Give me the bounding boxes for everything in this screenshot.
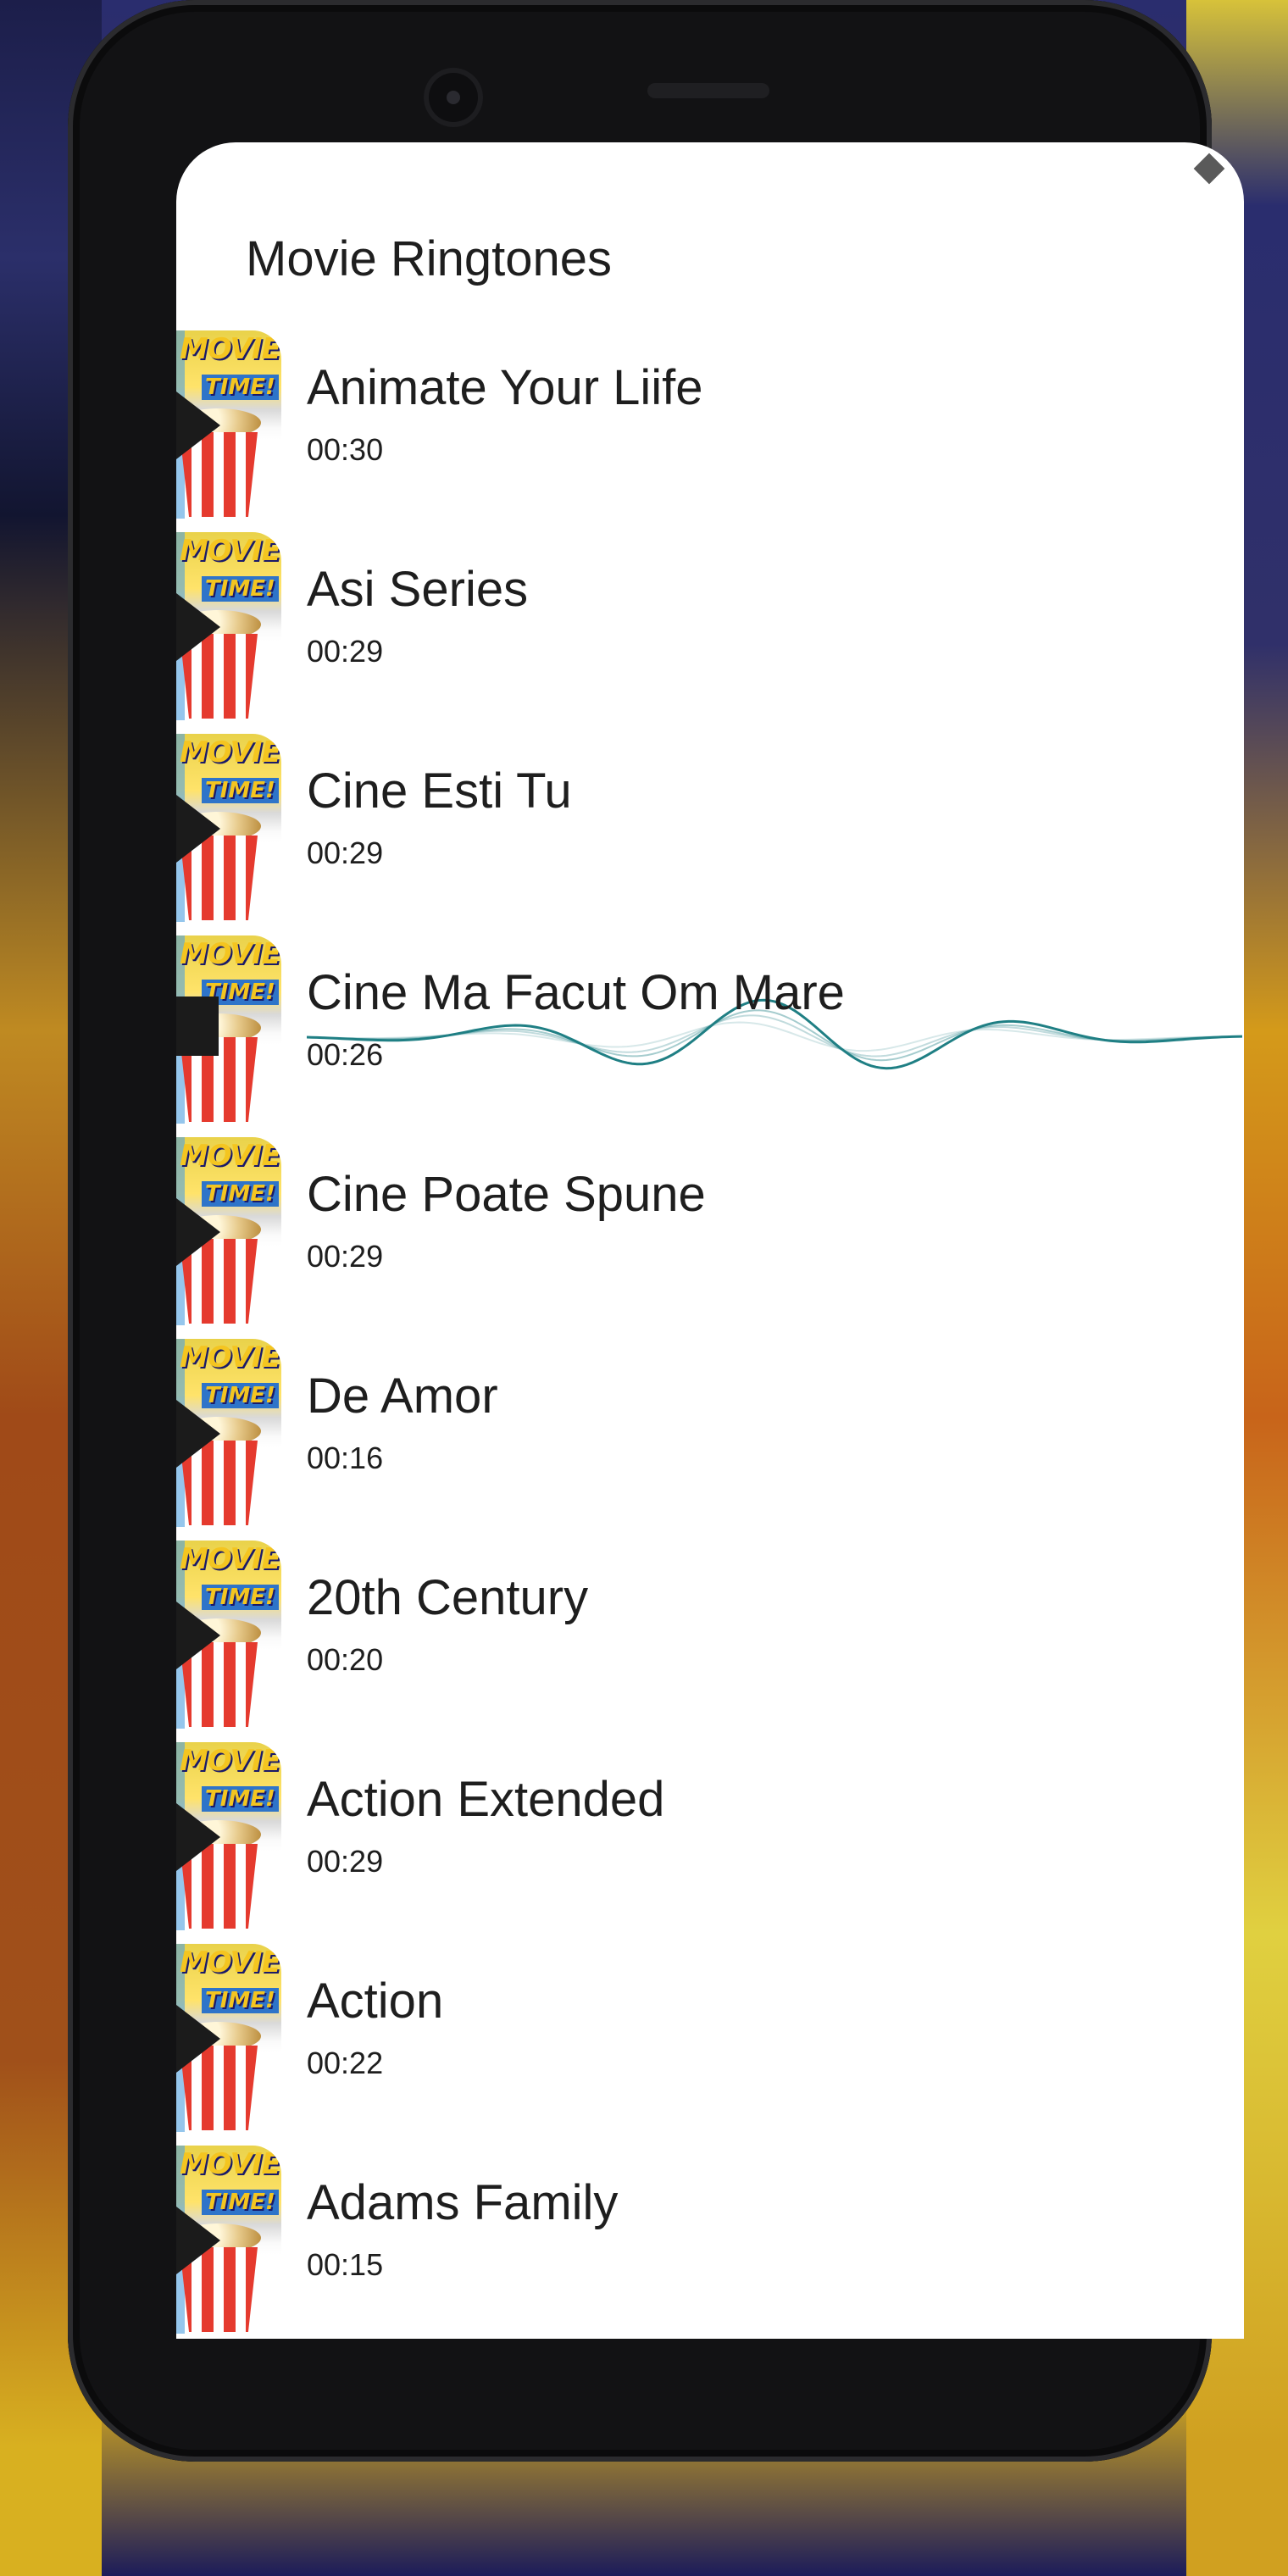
ringtone-duration: 00:29 bbox=[307, 634, 384, 669]
ringtone-list[interactable]: MOVIE TIME! Animate Your Liife 00:30 MOVIE TI… bbox=[176, 330, 1244, 2339]
play-icon[interactable] bbox=[176, 2207, 220, 2274]
ringtone-title: Action bbox=[307, 1974, 444, 2029]
ringtone-duration: 00:26 bbox=[307, 1037, 384, 1072]
earpiece-speaker bbox=[647, 83, 769, 98]
ringtone-thumbnail[interactable]: MOVIE TIME! bbox=[176, 935, 281, 1124]
thumbnail-logo: MOVIE bbox=[180, 1341, 281, 1374]
play-icon[interactable] bbox=[176, 1400, 220, 1468]
ringtone-duration: 00:16 bbox=[307, 1441, 384, 1475]
front-camera bbox=[424, 68, 483, 127]
play-icon[interactable] bbox=[176, 1602, 220, 1669]
ringtone-title: De Amor bbox=[307, 1368, 498, 1424]
thumbnail-logo: MOVIE bbox=[180, 1744, 281, 1778]
ringtone-title: 20th Century bbox=[307, 1570, 589, 1625]
ringtone-duration: 00:29 bbox=[307, 1844, 384, 1879]
ringtone-title: Action Extended bbox=[307, 1772, 665, 1827]
ringtone-thumbnail[interactable]: MOVIE TIME! bbox=[176, 1137, 281, 1325]
app-screen: Movie Ringtones MOVIE TIME! Animate Your L… bbox=[176, 142, 1244, 2339]
ringtone-title: Animate Your Liife bbox=[307, 360, 703, 415]
ringtone-title: Cine Ma Facut Om Mare bbox=[307, 965, 845, 1020]
play-icon[interactable] bbox=[176, 2005, 220, 2073]
ringtone-thumbnail[interactable]: MOVIE TIME! bbox=[176, 532, 281, 720]
play-icon[interactable] bbox=[176, 795, 220, 863]
ringtone-duration: 00:30 bbox=[307, 432, 384, 467]
thumbnail-logo: MOVIE bbox=[180, 332, 281, 366]
list-item[interactable]: MOVIE TIME! Action Extended 00:29 bbox=[176, 1742, 1244, 1944]
ringtone-duration: 00:20 bbox=[307, 1642, 384, 1677]
ringtone-duration: 00:22 bbox=[307, 2046, 384, 2080]
ringtone-thumbnail[interactable]: MOVIE TIME! bbox=[176, 1944, 281, 2132]
ringtone-duration: 00:29 bbox=[307, 1239, 384, 1274]
list-item[interactable]: MOVIE TIME! 20th Century 00:20 bbox=[176, 1541, 1244, 1742]
list-item[interactable]: MOVIE TIME! Cine Esti Tu 00:29 bbox=[176, 734, 1244, 935]
ringtone-title: Asi Series bbox=[307, 562, 529, 617]
thumbnail-logo: MOVIE bbox=[180, 1946, 281, 1979]
thumbnail-logo: MOVIE bbox=[180, 1542, 281, 1576]
ringtone-thumbnail[interactable]: MOVIE TIME! bbox=[176, 734, 281, 922]
ringtone-duration: 00:15 bbox=[307, 2247, 384, 2282]
thumbnail-logo: MOVIE bbox=[180, 937, 281, 971]
thumbnail-logo: MOVIE bbox=[180, 1139, 281, 1173]
play-icon[interactable] bbox=[176, 391, 220, 459]
ringtone-title: Cine Esti Tu bbox=[307, 763, 572, 819]
ringtone-thumbnail[interactable]: MOVIE TIME! bbox=[176, 1742, 281, 1930]
list-item[interactable]: MOVIE TIME! Cine Poate Spune 00:29 bbox=[176, 1137, 1244, 1339]
list-item[interactable]: MOVIE TIME! De Amor 00:16 bbox=[176, 1339, 1244, 1541]
phone-frame: Movie Ringtones MOVIE TIME! Animate Your L… bbox=[68, 0, 1244, 2462]
play-icon[interactable] bbox=[176, 1803, 220, 1871]
list-item[interactable]: MOVIE TIME! Action 00:22 bbox=[176, 1944, 1244, 2146]
list-item[interactable]: MOVIE TIME! Asi Series 00:29 bbox=[176, 532, 1244, 734]
list-item[interactable]: MOVIE TIME! Cine Ma Facut Om Mare 00:26 bbox=[176, 935, 1244, 1137]
ringtone-title: Adams Family bbox=[307, 2175, 619, 2230]
ringtone-duration: 00:29 bbox=[307, 836, 384, 870]
play-icon[interactable] bbox=[176, 593, 220, 661]
signal-icon bbox=[1193, 153, 1225, 185]
page-title: Movie Ringtones bbox=[246, 231, 612, 286]
thumbnail-logo: MOVIE bbox=[180, 534, 281, 568]
ringtone-thumbnail[interactable]: MOVIE TIME! bbox=[176, 1339, 281, 1527]
list-item[interactable]: MOVIE TIME! Adams Family 00:15 bbox=[176, 2146, 1244, 2339]
thumbnail-logo: MOVIE bbox=[180, 2147, 281, 2181]
thumbnail-logo: MOVIE bbox=[180, 736, 281, 769]
ringtone-thumbnail[interactable]: MOVIE TIME! bbox=[176, 330, 281, 519]
pause-icon[interactable] bbox=[176, 997, 219, 1056]
ringtone-title: Cine Poate Spune bbox=[307, 1167, 706, 1222]
play-icon[interactable] bbox=[176, 1198, 220, 1266]
ringtone-thumbnail[interactable]: MOVIE TIME! bbox=[176, 1541, 281, 1729]
ringtone-thumbnail[interactable]: MOVIE TIME! bbox=[176, 2146, 281, 2334]
list-item[interactable]: MOVIE TIME! Animate Your Liife 00:30 bbox=[176, 330, 1244, 532]
